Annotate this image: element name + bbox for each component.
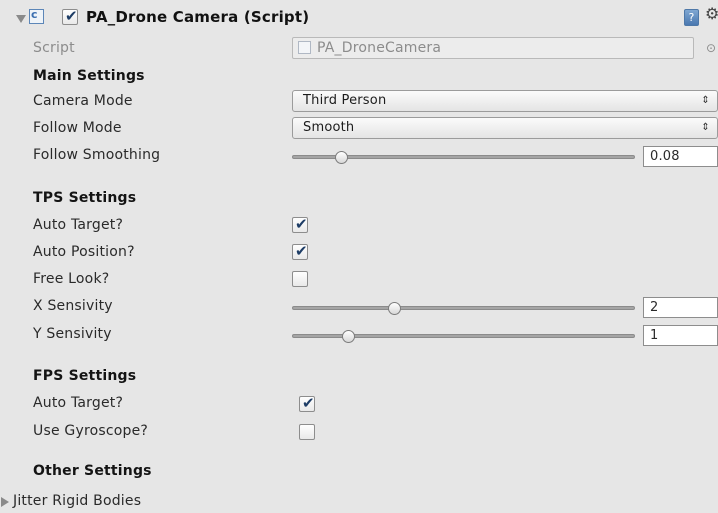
free-look-checkbox[interactable] bbox=[292, 271, 308, 287]
camera-mode-value: Third Person bbox=[303, 93, 387, 108]
csharp-script-icon: c bbox=[29, 8, 44, 24]
x-sensivity-field[interactable]: 2 bbox=[643, 297, 718, 318]
dropdown-arrows-icon: ⇕ bbox=[701, 95, 710, 106]
x-sensivity-label: X Sensivity bbox=[33, 298, 113, 314]
jitter-rigid-bodies-foldout[interactable]: Jitter Rigid Bodies bbox=[13, 489, 141, 513]
auto-position-label: Auto Position? bbox=[33, 244, 135, 260]
tps-auto-target-label: Auto Target? bbox=[33, 217, 124, 233]
x-sensivity-slider-track[interactable] bbox=[292, 306, 635, 310]
y-sensivity-field[interactable]: 1 bbox=[643, 325, 718, 346]
x-sensivity-slider-thumb[interactable] bbox=[387, 302, 401, 315]
camera-mode-dropdown[interactable]: Third Person ⇕ bbox=[292, 90, 718, 112]
follow-smoothing-slider-thumb[interactable] bbox=[334, 151, 348, 164]
use-gyroscope-checkbox[interactable] bbox=[299, 424, 315, 440]
fps-auto-target-checkbox[interactable]: ✔ bbox=[299, 394, 315, 412]
dropdown-arrows-icon: ⇕ bbox=[701, 122, 710, 133]
tps-settings-header: TPS Settings bbox=[33, 190, 137, 206]
checkmark-icon: ✔ bbox=[295, 215, 308, 233]
checkmark-icon: ✔ bbox=[302, 394, 315, 412]
script-object-value: PA_DroneCamera bbox=[317, 40, 442, 56]
script-object-field[interactable]: PA_DroneCamera bbox=[292, 37, 694, 59]
script-label: Script bbox=[33, 40, 75, 56]
foldout-collapsed-icon[interactable] bbox=[1, 497, 9, 507]
use-gyroscope-label: Use Gyroscope? bbox=[33, 423, 149, 439]
auto-position-checkbox[interactable]: ✔ bbox=[292, 242, 308, 260]
other-settings-header: Other Settings bbox=[33, 463, 152, 479]
y-sensivity-slider-thumb[interactable] bbox=[341, 330, 355, 343]
component-enabled-checkbox[interactable]: ✔ bbox=[62, 7, 78, 25]
script-asset-icon bbox=[298, 41, 311, 54]
free-look-label: Free Look? bbox=[33, 271, 110, 287]
checkmark-icon: ✔ bbox=[295, 242, 308, 260]
fps-auto-target-label: Auto Target? bbox=[33, 395, 124, 411]
follow-smoothing-label: Follow Smoothing bbox=[33, 147, 161, 163]
y-sensivity-label: Y Sensivity bbox=[33, 326, 112, 342]
follow-mode-label: Follow Mode bbox=[33, 120, 122, 136]
follow-mode-dropdown[interactable]: Smooth ⇕ bbox=[292, 117, 718, 139]
component-title: PA_Drone Camera (Script) bbox=[86, 8, 310, 26]
checkmark-icon: ✔ bbox=[65, 7, 78, 25]
foldout-expanded-icon[interactable] bbox=[16, 15, 26, 23]
fps-settings-header: FPS Settings bbox=[33, 368, 137, 384]
help-icon[interactable]: ? bbox=[684, 9, 699, 26]
camera-mode-label: Camera Mode bbox=[33, 93, 133, 109]
gear-icon[interactable]: ⚙ bbox=[705, 4, 718, 23]
tps-auto-target-checkbox[interactable]: ✔ bbox=[292, 215, 308, 233]
follow-mode-value: Smooth bbox=[303, 120, 355, 135]
follow-smoothing-field[interactable]: 0.08 bbox=[643, 146, 718, 167]
main-settings-header: Main Settings bbox=[33, 68, 145, 84]
object-picker-icon[interactable]: ⊙ bbox=[706, 41, 716, 55]
